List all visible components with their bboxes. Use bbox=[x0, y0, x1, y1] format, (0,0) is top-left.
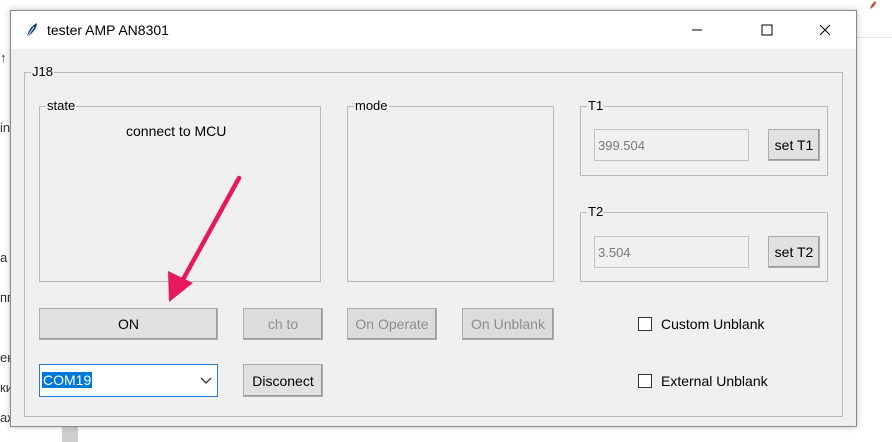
annotation-arrow bbox=[168, 175, 242, 302]
